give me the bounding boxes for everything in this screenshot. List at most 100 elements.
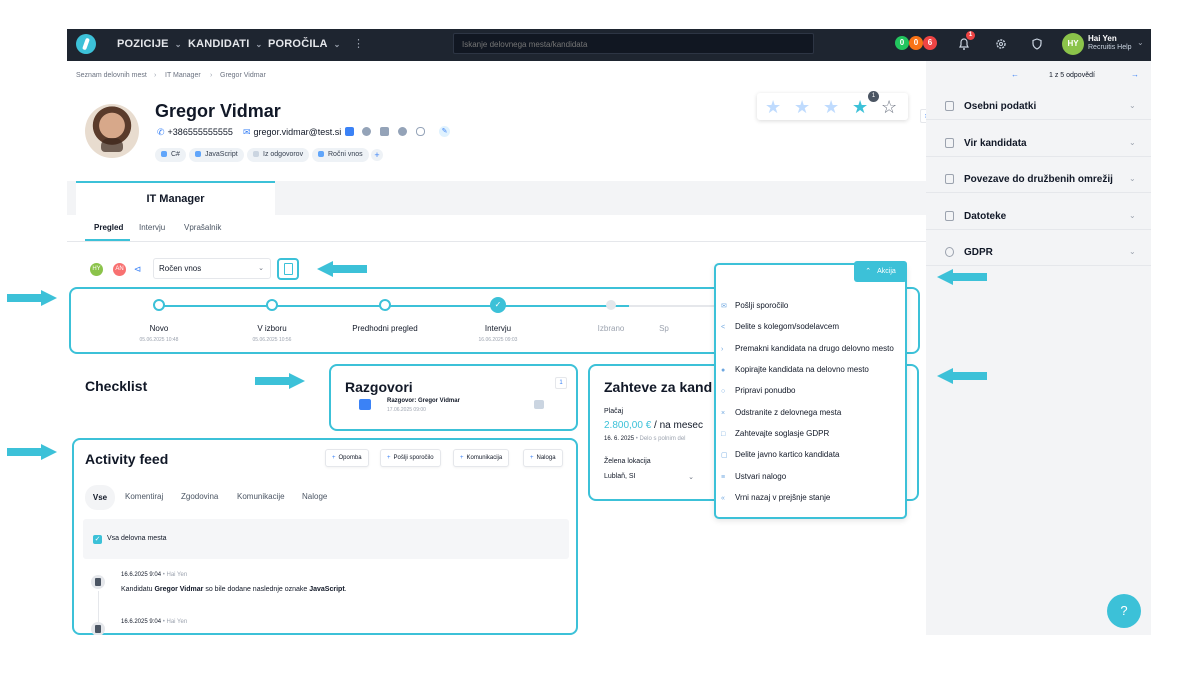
star-icon[interactable]: ★ (794, 97, 810, 118)
stage-node[interactable] (266, 299, 278, 311)
menu-send-message[interactable]: ✉ Pošlji sporočilo (721, 301, 788, 310)
feed-tab-all[interactable]: Vse (85, 485, 115, 510)
filter-label[interactable]: Vsa delovna mesta (107, 535, 167, 542)
chevron-down-icon[interactable]: ⌄ (1137, 38, 1144, 47)
search-box[interactable] (453, 33, 814, 54)
menu-move-candidate[interactable]: › Premakni kandidata na drugo delovno mes… (721, 344, 894, 353)
stage-node[interactable] (379, 299, 391, 311)
share-icon[interactable]: ⊲ (131, 263, 144, 276)
section-gdpr[interactable]: GDPR (964, 247, 993, 258)
more-menu-icon[interactable]: ⋮ (353, 37, 364, 50)
filter-checkbox[interactable]: ✓ (93, 535, 102, 544)
salary-meta: 16. 6. 2025 • Delo s polnim del (604, 436, 686, 442)
tag-manual-entry[interactable]: Ročni vnos (312, 148, 369, 162)
chevron-right-icon: › (721, 346, 724, 353)
search-input[interactable] (454, 35, 813, 54)
share-icon: < (721, 324, 726, 331)
source-select[interactable]: Ročen vnos ⌄ (153, 258, 271, 279)
menu-share-public-card[interactable]: ▢ Delite javno kartico kandidata (721, 450, 840, 459)
stage-node[interactable] (153, 299, 165, 311)
mail-icon: ✉ (721, 303, 727, 310)
help-button[interactable]: ? (1107, 594, 1141, 628)
linkedin-icon[interactable] (345, 127, 354, 136)
shield-icon[interactable] (1030, 37, 1044, 51)
status-badge-orange[interactable]: 0 (909, 36, 923, 50)
feed-tab-communications[interactable]: Komunikacije (237, 492, 285, 501)
menu-create-task[interactable]: ≡ Ustvari nalogo (721, 472, 786, 481)
check-icon[interactable]: ✓ (490, 297, 506, 313)
section-personal-data[interactable]: Osebni podatki (964, 101, 1036, 112)
status-badge-red[interactable]: 6 (923, 36, 937, 50)
breadcrumb-separator: › (210, 72, 213, 79)
section-candidate-source[interactable]: Vir kandidata (964, 138, 1027, 149)
tag-javascript[interactable]: JavaScript (189, 148, 244, 162)
send-message-button[interactable]: + Pošlji sporočilo (380, 449, 441, 467)
tab-overview[interactable]: Pregled (94, 223, 123, 232)
stage-node[interactable] (606, 300, 616, 310)
avatar[interactable]: HY (90, 263, 103, 276)
person-card-icon (945, 101, 954, 111)
document-icon (91, 622, 105, 635)
tab-questionnaire[interactable]: Vprašalnik (184, 223, 221, 232)
twitter-icon[interactable] (380, 127, 389, 136)
candidate-phone[interactable]: ✆ +386555555555 (157, 127, 233, 138)
tab-interview[interactable]: Intervju (139, 223, 165, 232)
tag-csharp[interactable]: C# (155, 148, 186, 162)
tag-from-responses[interactable]: Iz odgovorov (247, 148, 310, 162)
nav-candidates[interactable]: KANDIDATI ⌄ (188, 38, 262, 50)
rating-stars[interactable]: ★ ★ ★ ★ ☆ 1 (757, 91, 908, 120)
edit-icon[interactable]: ✎ (439, 126, 450, 137)
interview-title[interactable]: Razgovor: Gregor Vidmar (387, 398, 460, 404)
chevron-down-icon[interactable]: ⌄ (1129, 174, 1136, 183)
chevron-down-icon[interactable]: ⌄ (1129, 138, 1136, 147)
calendar-icon[interactable] (534, 400, 544, 409)
section-files[interactable]: Datoteke (964, 211, 1006, 222)
candidate-email[interactable]: ✉ gregor.vidmar@test.si (243, 127, 341, 138)
nav-reports[interactable]: POROČILA ⌄ (268, 38, 341, 50)
stage-date: 05.06.2025 10:56 (252, 337, 292, 343)
gear-icon[interactable] (994, 37, 1008, 51)
prev-arrow-icon[interactable]: ← (1009, 69, 1021, 81)
menu-request-gdpr[interactable]: □ Zahtevajte soglasje GDPR (721, 429, 829, 438)
menu-prepare-offer[interactable]: ○ Pripravi ponudbo (721, 386, 795, 395)
section-social-links[interactable]: Povezave do družbenih omrežij (964, 174, 1113, 185)
add-tag-button[interactable]: + (371, 149, 383, 161)
star-icon[interactable]: ★ (765, 97, 781, 118)
menu-revert-state[interactable]: «Vrni nazaj v prejšnje stanje (721, 493, 830, 502)
person-icon (195, 151, 201, 158)
user-avatar[interactable]: HY (1062, 33, 1084, 55)
nav-positions[interactable]: POZICIJE ⌄ (117, 38, 182, 50)
star-outline-icon[interactable]: ☆ (881, 97, 897, 118)
actions-button[interactable]: ⌃ Akcija (854, 261, 907, 282)
divider (926, 192, 1151, 193)
location-select[interactable]: Lublaň, SI ⌄ (604, 473, 694, 481)
chevron-down-icon[interactable]: ⌄ (1129, 247, 1136, 256)
user-name[interactable]: Hai Yen (1088, 34, 1117, 43)
avatar[interactable]: AN (113, 263, 126, 276)
breadcrumb-job[interactable]: IT Manager (165, 72, 201, 79)
annotation-arrow-razgovori (255, 373, 305, 389)
add-note-button[interactable]: + Opomba (325, 449, 369, 467)
chevron-down-icon[interactable]: ⌄ (1129, 211, 1136, 220)
chevron-down-icon[interactable]: ⌄ (1129, 101, 1136, 110)
facebook-icon[interactable] (362, 127, 371, 136)
feed-tab-history[interactable]: Zgodovina (181, 492, 218, 501)
job-tab[interactable]: IT Manager (76, 181, 275, 215)
next-arrow-icon[interactable]: → (1129, 69, 1141, 81)
skype-icon[interactable] (398, 127, 407, 136)
menu-copy-candidate[interactable]: ● Kopirajte kandidata na delovno mesto (721, 365, 869, 374)
feed-tab-comment[interactable]: Komentiraj (125, 492, 163, 501)
status-badge-green[interactable]: 0 (895, 36, 909, 50)
star-icon[interactable]: ★ (823, 97, 839, 118)
add-task-button[interactable]: + Naloga (523, 449, 563, 467)
document-button[interactable] (277, 258, 299, 280)
add-communication-button[interactable]: + Komunikacija (453, 449, 510, 467)
logo-icon[interactable] (76, 34, 96, 54)
breadcrumb-jobs[interactable]: Seznam delovnih mest (76, 72, 147, 79)
menu-remove-from-job[interactable]: × Odstranite z delovnega mesta (721, 408, 841, 417)
feed-tab-tasks[interactable]: Naloge (302, 492, 327, 501)
star-icon[interactable]: ★ (852, 97, 868, 118)
link-icon[interactable] (416, 127, 425, 136)
menu-share-colleague[interactable]: < Delite s kolegom/sodelavcem (721, 322, 839, 331)
interviews-count[interactable]: 1 (555, 377, 567, 389)
